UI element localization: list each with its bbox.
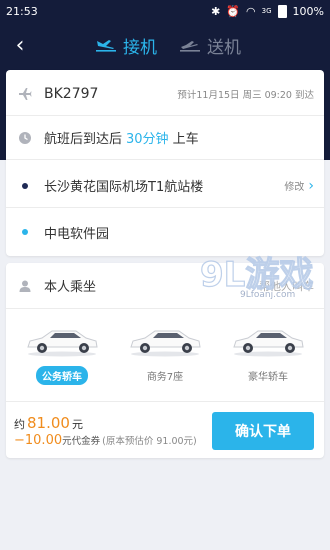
car-option-business-label: 公务轿车 bbox=[36, 366, 88, 385]
pickup-time-row[interactable]: 航班后到达后 30分钟 上车 bbox=[6, 116, 324, 160]
origin-modify-link[interactable]: 修改 bbox=[284, 178, 304, 193]
car-option-7seat-label: 商务7座 bbox=[146, 372, 184, 383]
status-time: 21:53 bbox=[6, 4, 38, 18]
pickup-prefix: 航班后到达后 bbox=[44, 132, 123, 147]
destination-row[interactable]: 中电软件园 bbox=[6, 210, 324, 254]
pickup-suffix: 上车 bbox=[172, 132, 199, 147]
wifi-icon: ◠ bbox=[246, 4, 256, 18]
battery-icon bbox=[277, 4, 287, 18]
chevron-right-icon: › bbox=[308, 177, 314, 194]
flight-arrival-note: 预计11月15日 周三 09:20 到达 bbox=[177, 89, 314, 101]
chevron-left-icon: ‹ bbox=[15, 33, 25, 58]
car-option-luxury-label: 豪华轿车 bbox=[248, 372, 288, 383]
origin-row[interactable]: 长沙黄花国际机场T1航站楼 修改 › bbox=[6, 164, 324, 208]
svg-text:9Lfoanj.com: 9Lfoanj.com bbox=[240, 290, 295, 300]
price-unit: 元 bbox=[71, 418, 83, 431]
car-option-7seat[interactable]: 商务7座 bbox=[121, 323, 209, 385]
origin-address: 长沙黄花国际机场T1航站楼 bbox=[44, 180, 204, 195]
svg-text:9L游戏: 9L游戏 bbox=[200, 255, 313, 295]
original-price: (原本预估价 91.00元) bbox=[102, 436, 197, 447]
destination-dot-icon bbox=[16, 229, 34, 235]
tab-dropoff-label: 送机 bbox=[207, 37, 241, 58]
plane-landing-icon bbox=[96, 40, 116, 52]
trip-type-tabs: 接机 送机 bbox=[95, 30, 241, 60]
status-icons: ✱ ⏰ ◠ 3G 100% bbox=[211, 4, 324, 18]
car-option-business[interactable]: 公务轿车 bbox=[18, 323, 106, 385]
pickup-time-text: 航班后到达后 30分钟 上车 bbox=[44, 128, 199, 147]
price-row: 约 81.00 元 −10.00元代金券 (原本预估价 91.00元) 确认下单 bbox=[6, 401, 324, 458]
signal-label: 3G bbox=[261, 7, 272, 15]
flight-number: BK2797 bbox=[44, 85, 99, 102]
price-amount: 81.00 bbox=[27, 414, 70, 432]
coupon-label: 元代金券 bbox=[62, 436, 101, 447]
car-type-list: 公务轿车 商务7座 豪华轿车 bbox=[6, 323, 324, 385]
tab-dropoff[interactable]: 送机 bbox=[179, 30, 241, 60]
plane-takeoff-icon bbox=[180, 41, 200, 52]
coupon-amount: −10.00 bbox=[14, 433, 63, 448]
sedan-car-icon bbox=[130, 330, 201, 357]
status-bar: 21:53 ✱ ⏰ ◠ 3G 100% bbox=[0, 0, 330, 22]
alarm-icon: ⏰ bbox=[226, 4, 241, 18]
tab-pickup-label: 接机 bbox=[123, 37, 157, 58]
clock-icon bbox=[16, 131, 34, 145]
origin-dot-icon bbox=[16, 182, 34, 189]
nav-bar: ‹ 接机 送机 bbox=[0, 26, 330, 66]
person-icon bbox=[16, 279, 34, 293]
coupon-line: −10.00元代金券 (原本预估价 91.00元) bbox=[14, 433, 197, 448]
flight-row[interactable]: BK2797 预计11月15日 周三 09:20 到达 bbox=[6, 72, 324, 116]
battery-percent: 100% bbox=[292, 4, 324, 18]
destination-address: 中电软件园 bbox=[44, 226, 110, 242]
price-prefix: 约 bbox=[14, 418, 25, 431]
back-button[interactable]: ‹ bbox=[8, 34, 32, 58]
plane-icon bbox=[16, 87, 34, 101]
confirm-order-button[interactable]: 确认下单 bbox=[212, 412, 314, 450]
sedan-car-icon bbox=[233, 330, 304, 357]
sedan-car-icon bbox=[27, 330, 98, 357]
pickup-wait-time: 30分钟 bbox=[126, 132, 169, 147]
site-watermark-logo: 9L游戏 9Lfoanj.com bbox=[199, 254, 314, 300]
estimated-price: 约 81.00 元 bbox=[14, 414, 83, 432]
car-option-luxury[interactable]: 豪华轿车 bbox=[224, 323, 312, 385]
trip-card: BK2797 预计11月15日 周三 09:20 到达 航班后到达后 30分钟 上车… bbox=[6, 70, 324, 256]
bluetooth-icon: ✱ bbox=[211, 4, 221, 18]
tab-pickup[interactable]: 接机 bbox=[95, 30, 157, 60]
